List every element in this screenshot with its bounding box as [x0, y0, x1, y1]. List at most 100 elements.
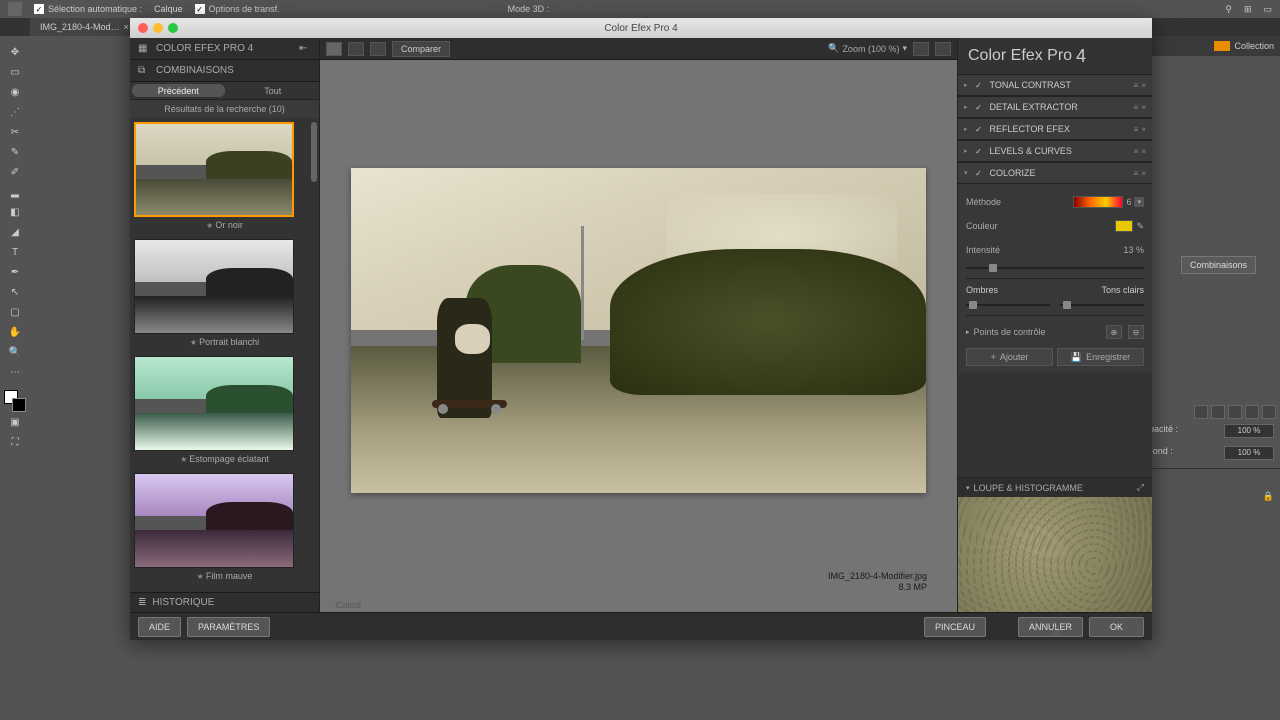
close-icon[interactable]: ×	[1141, 81, 1146, 90]
params-button[interactable]: PARAMÈTRES	[187, 617, 270, 637]
app-menu-icon[interactable]	[8, 2, 22, 16]
minimize-window-icon[interactable]	[153, 23, 163, 33]
filter-detail-extractor[interactable]: ▸✓ DETAIL EXTRACTOR ≡×	[958, 96, 1152, 118]
filter-reflector-efex[interactable]: ▸✓ REFLECTOR EFEX ≡×	[958, 118, 1152, 140]
star-icon[interactable]: ★	[180, 455, 187, 464]
check-icon[interactable]: ✓	[974, 168, 984, 178]
zoom-tool-icon[interactable]: 🔍	[5, 342, 25, 362]
tab-previous[interactable]: Précédent	[132, 84, 225, 97]
zoom-window-icon[interactable]	[168, 23, 178, 33]
align-icon[interactable]	[380, 4, 390, 14]
check-icon[interactable]: ✓	[974, 80, 984, 90]
mode3d-icon[interactable]	[561, 4, 571, 14]
hand-tool-icon[interactable]: ✋	[5, 322, 25, 342]
chevron-down-icon[interactable]: ▾	[902, 43, 907, 54]
shadows-slider[interactable]	[966, 301, 1050, 309]
close-icon[interactable]: ×	[124, 22, 129, 32]
color-swatch[interactable]	[1115, 220, 1133, 232]
ctrl-icon[interactable]	[1194, 405, 1208, 419]
ctrl-icon[interactable]	[1245, 405, 1259, 419]
star-icon[interactable]: ★	[190, 338, 197, 347]
transform-opts-check[interactable]: ✓ Options de transf.	[195, 4, 280, 14]
control-points-label[interactable]: Points de contrôle	[974, 327, 1046, 337]
add-point-plus-icon[interactable]: ⊕	[1106, 325, 1122, 339]
quickmask-icon[interactable]: ▣	[5, 412, 25, 432]
compare-button[interactable]: Comparer	[392, 41, 450, 57]
path-tool-icon[interactable]: ↖	[5, 282, 25, 302]
preset-thumb[interactable]: ★Or noir	[134, 122, 315, 233]
scrollbar[interactable]	[311, 122, 317, 182]
close-icon[interactable]: ×	[1141, 103, 1146, 112]
align-icon[interactable]	[476, 4, 486, 14]
preset-thumb[interactable]: ★Portrait blanchi	[134, 239, 315, 350]
align-icon[interactable]	[300, 4, 310, 14]
star-icon[interactable]: ★	[197, 572, 204, 581]
lasso-tool-icon[interactable]: ◉	[5, 82, 25, 102]
fill-value[interactable]: 100 %	[1224, 446, 1274, 460]
add-point-minus-icon[interactable]: ⊖	[1128, 325, 1144, 339]
dark-bg-icon[interactable]	[935, 42, 951, 56]
auto-select-check[interactable]: ✓ Sélection automatique :	[34, 4, 142, 14]
preview-image[interactable]	[351, 168, 926, 493]
cancel-button[interactable]: ANNULER	[1018, 617, 1083, 637]
view-split-icon[interactable]	[348, 42, 364, 56]
more-icon[interactable]: ⋯	[5, 362, 25, 382]
opts-icon[interactable]: ≡	[1134, 103, 1139, 112]
align-icon[interactable]	[332, 4, 342, 14]
align-icon[interactable]	[364, 4, 374, 14]
align-icon[interactable]	[412, 4, 422, 14]
opacity-value[interactable]: 100 %	[1224, 424, 1274, 438]
thumbnails-list[interactable]: ★Or noir ★Portrait blanchi ★Estompage éc…	[130, 118, 319, 592]
mode3d-icon[interactable]	[583, 4, 593, 14]
close-icon[interactable]: ×	[1141, 125, 1146, 134]
filter-levels-curves[interactable]: ▸✓ LEVELS & CURVES ≡×	[958, 140, 1152, 162]
ctrl-icon[interactable]	[1228, 405, 1242, 419]
align-icon[interactable]	[348, 4, 358, 14]
preset-thumb[interactable]: ★Film mauve	[134, 473, 315, 584]
opts-icon[interactable]: ≡	[1134, 169, 1139, 178]
loupe-header[interactable]: ▾ LOUPE & HISTOGRAMME ⤢	[958, 477, 1152, 497]
save-preset-button[interactable]: 💾Enregistrer	[1057, 348, 1144, 366]
highlights-slider[interactable]	[1060, 301, 1144, 309]
star-icon[interactable]: ★	[206, 221, 213, 230]
ctrl-icon[interactable]	[1211, 405, 1225, 419]
brush-tool-icon[interactable]: ✐	[5, 162, 25, 182]
gradient-tool-icon[interactable]: ◢	[5, 222, 25, 242]
history-label[interactable]: HISTORIQUE	[152, 597, 214, 608]
dropdown-icon[interactable]: ▾	[1134, 197, 1144, 207]
align-icon[interactable]	[396, 4, 406, 14]
intensity-slider[interactable]	[966, 264, 1144, 272]
view-single-icon[interactable]	[326, 42, 342, 56]
view-side-icon[interactable]	[370, 42, 386, 56]
ok-button[interactable]: OK	[1089, 617, 1144, 637]
marquee-tool-icon[interactable]: ▭	[5, 62, 25, 82]
preset-thumb[interactable]: ★Estompage éclatant	[134, 356, 315, 467]
eyedropper-icon[interactable]: ✎	[1136, 221, 1144, 232]
add-filter-button[interactable]: +Ajouter	[966, 348, 1053, 366]
help-button[interactable]: AIDE	[138, 617, 181, 637]
shape-tool-icon[interactable]: ▢	[5, 302, 25, 322]
filter-tonal-contrast[interactable]: ▸ ✓ TONAL CONTRAST ≡×	[958, 74, 1152, 96]
screenmode-icon[interactable]: ⛶	[5, 432, 25, 452]
close-window-icon[interactable]	[138, 23, 148, 33]
filter-colorize[interactable]: ▾✓ COLORIZE ≡×	[958, 162, 1152, 184]
light-bg-icon[interactable]	[913, 42, 929, 56]
align-icon[interactable]	[316, 4, 326, 14]
align-icon[interactable]	[460, 4, 470, 14]
crop-tool-icon[interactable]: ✂	[5, 122, 25, 142]
combos-button[interactable]: Combinaisons	[1181, 256, 1256, 274]
brush-button[interactable]: PINCEAU	[924, 617, 986, 637]
close-icon[interactable]: ×	[1141, 147, 1146, 156]
type-tool-icon[interactable]: T	[5, 242, 25, 262]
tab-all[interactable]: Tout	[227, 82, 320, 99]
pen-tool-icon[interactable]: ✒	[5, 262, 25, 282]
eyedropper-icon[interactable]: ✎	[5, 142, 25, 162]
workspace-icon[interactable]: ⊞	[1244, 4, 1252, 15]
opts-icon[interactable]: ≡	[1134, 147, 1139, 156]
loupe-preview[interactable]	[958, 497, 1152, 612]
check-icon[interactable]: ✓	[974, 124, 984, 134]
opts-icon[interactable]: ≡	[1134, 125, 1139, 134]
zoom-control[interactable]: 🔍 Zoom (100 %) ▾	[828, 43, 907, 54]
search-icon[interactable]: ⚲	[1225, 4, 1232, 15]
close-icon[interactable]: ×	[1141, 169, 1146, 178]
